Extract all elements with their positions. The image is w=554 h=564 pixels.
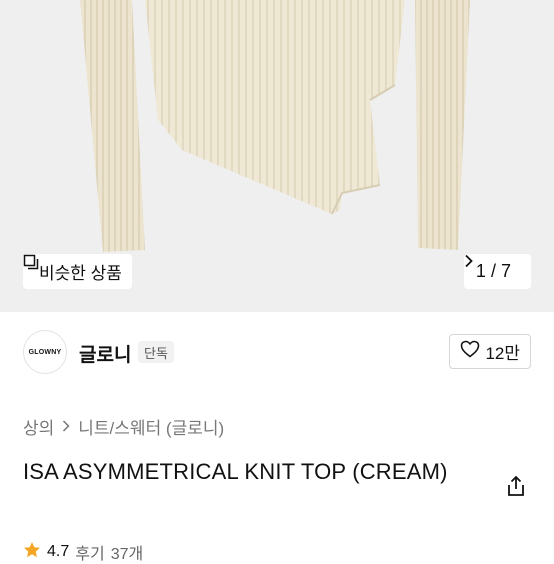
pager-total: 7 [500,261,511,281]
product-image-carousel[interactable]: 비슷한 상품 1 / 7 [0,0,554,312]
share-button[interactable] [504,474,528,498]
rating-row[interactable]: 4.7 후기 37개 [23,540,143,564]
similar-items-button[interactable]: 비슷한 상품 [23,254,132,289]
breadcrumb-item-category[interactable]: 상의 [23,414,54,439]
brand-logo[interactable]: GLOWNY [23,330,67,374]
pager-text: 1 / 7 [476,261,511,282]
like-button[interactable]: 12만 [449,334,531,369]
product-title: ISA ASYMMETRICAL KNIT TOP (CREAM) [23,459,448,484]
breadcrumb: 상의 니트/스웨터 (글로니) [23,414,224,439]
like-count: 12만 [485,344,520,363]
star-icon [23,541,41,564]
brand-logo-text: GLOWNY [28,348,62,356]
chevron-right-icon [62,417,70,437]
image-pager[interactable]: 1 / 7 [463,254,531,289]
rating-score: 4.7 [47,543,70,560]
pager-separator: / [490,261,496,281]
exclusive-badge: 단독 [138,341,174,363]
brand-row: GLOWNY 글로니 단독 12만 [23,330,531,374]
review-count: 37개 [110,546,144,563]
review-label: 후기 [75,546,105,563]
heart-icon [460,340,480,363]
pager-current: 1 [475,261,486,281]
similar-items-label: 비슷한 상품 [39,264,122,283]
brand-name[interactable]: 글로니 [79,340,131,367]
breadcrumb-item-subcategory[interactable]: 니트/스웨터 (글로니) [78,414,224,439]
share-icon [504,475,528,502]
